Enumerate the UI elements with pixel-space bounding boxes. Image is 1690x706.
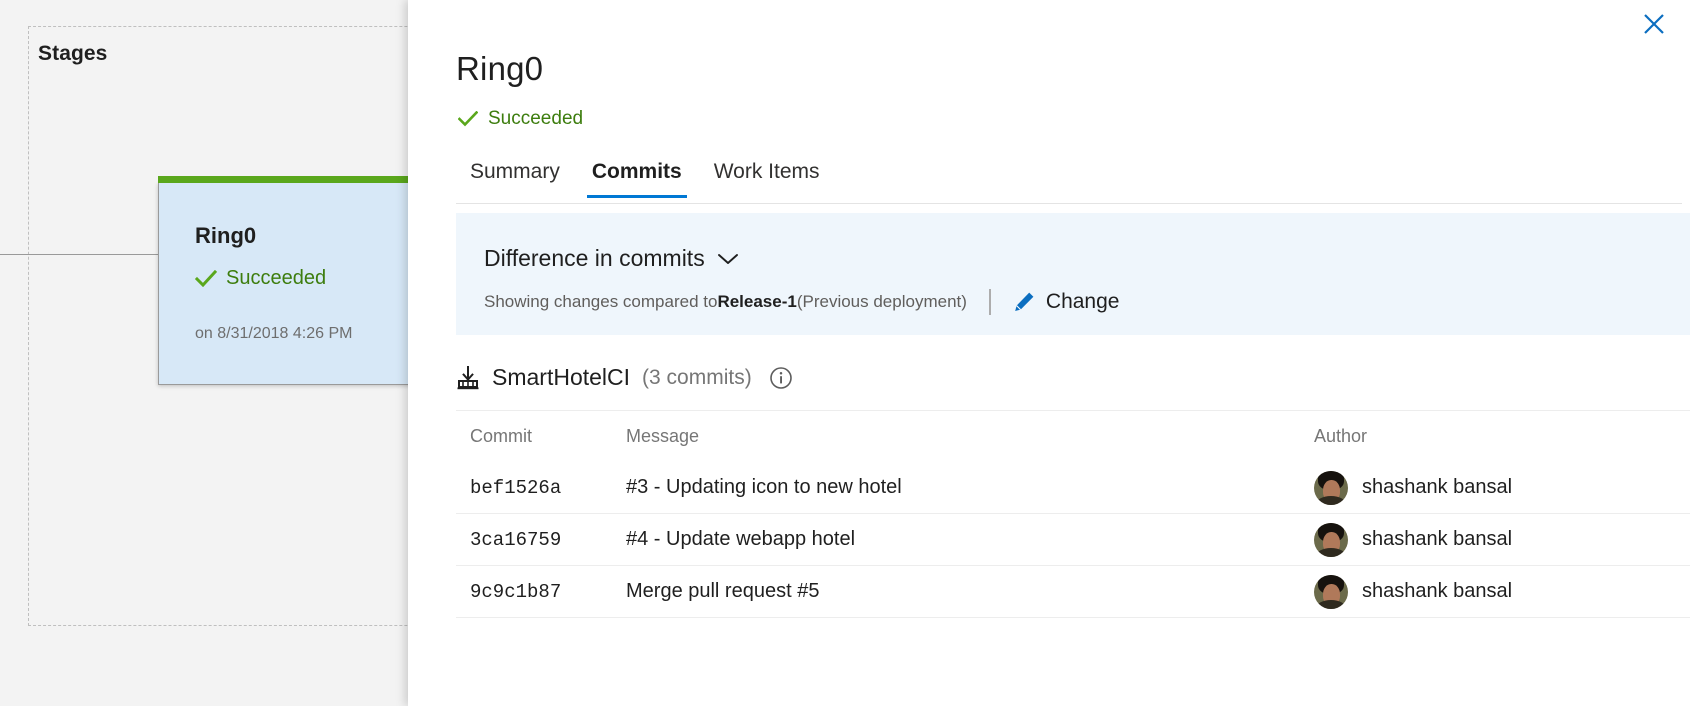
artifact-header: SmartHotelCI (3 commits): [456, 364, 793, 391]
change-label: Change: [1045, 290, 1120, 313]
close-glyph: [1644, 14, 1664, 34]
commit-hash[interactable]: 3ca16759: [470, 529, 561, 551]
commit-hash[interactable]: 9c9c1b87: [470, 581, 561, 603]
stage-card-timestamp: on 8/31/2018 4:26 PM: [195, 325, 353, 342]
vertical-divider: [988, 289, 991, 315]
table-row[interactable]: bef1526a #3 - Updating icon to new hotel…: [456, 462, 1690, 514]
table-row[interactable]: 3ca16759 #4 - Update webapp hotel shasha…: [456, 514, 1690, 566]
comparison-prefix: Showing changes compared to: [484, 292, 718, 311]
commit-author: shashank bansal: [1362, 476, 1513, 498]
commits-table: Commit Message Author bef1526a #3 - Upda…: [456, 410, 1690, 618]
commit-message: #3 - Updating icon to new hotel: [626, 476, 902, 498]
comparison-suffix: (Previous deployment): [796, 292, 967, 311]
status-badge: Succeeded: [458, 108, 583, 130]
stages-group-title: Stages: [38, 42, 108, 65]
difference-in-commits-banner: Difference in commits Showing changes co…: [456, 213, 1690, 335]
tab-summary-label: Summary: [470, 160, 560, 183]
commit-author: shashank bansal: [1362, 528, 1513, 550]
pencil-icon: [1015, 292, 1034, 311]
info-icon[interactable]: [769, 366, 793, 390]
column-header-commit: Commit: [470, 426, 532, 446]
tab-bar: Summary Commits Work Items: [456, 160, 1682, 204]
checkmark-icon: [195, 270, 217, 287]
difference-in-commits-label: Difference in commits: [484, 245, 705, 271]
comparison-release-name: Release-1: [717, 292, 797, 311]
artifact-name: SmartHotelCI: [492, 364, 631, 390]
avatar: [1314, 522, 1348, 557]
table-row[interactable]: 9c9c1b87 Merge pull request #5 shashank …: [456, 566, 1690, 618]
tab-commits-label: Commits: [591, 160, 682, 183]
stage-connector-line: [0, 254, 172, 255]
commit-message: #4 - Update webapp hotel: [626, 528, 856, 550]
change-comparison-button[interactable]: Change: [1013, 290, 1120, 314]
checkmark-icon: [458, 111, 478, 127]
stage-card-name: Ring0: [195, 223, 257, 248]
tab-work-items[interactable]: Work Items: [698, 160, 836, 198]
stage-card-ring0[interactable]: Ring0 Succeeded on 8/31/2018 4:26 PM: [158, 176, 412, 385]
tab-work-items-label: Work Items: [713, 160, 820, 183]
status-label: Succeeded: [488, 108, 584, 129]
commit-author: shashank bansal: [1362, 580, 1513, 602]
comparison-description: Showing changes compared to Release-1 (P…: [484, 289, 1119, 315]
avatar: [1314, 470, 1348, 505]
commit-message: Merge pull request #5: [626, 580, 820, 602]
tab-summary[interactable]: Summary: [456, 160, 576, 198]
avatar: [1314, 574, 1348, 609]
table-header-row: Commit Message Author: [456, 410, 1690, 462]
artifact-download-icon: [457, 365, 479, 389]
page-title: Ring0: [456, 50, 544, 87]
tab-commits[interactable]: Commits: [576, 160, 698, 198]
artifact-commit-count: (3 commits): [642, 365, 752, 389]
stage-card-status-bar: [158, 176, 412, 183]
stage-card-status: Succeeded: [195, 267, 326, 290]
column-header-message: Message: [626, 426, 700, 446]
column-header-author: Author: [1314, 426, 1368, 446]
close-icon[interactable]: [1634, 4, 1674, 44]
release-stage-flyout-screen: Stages Ring0 Succeeded on 8/31/2018 4:26…: [0, 0, 1690, 706]
difference-in-commits-toggle[interactable]: Difference in commits: [484, 245, 739, 272]
commit-hash[interactable]: bef1526a: [470, 477, 561, 499]
stage-card-status-label: Succeeded: [226, 267, 327, 289]
pipeline-canvas: Stages Ring0 Succeeded on 8/31/2018 4:26…: [0, 0, 412, 706]
chevron-down-icon: [717, 253, 738, 264]
